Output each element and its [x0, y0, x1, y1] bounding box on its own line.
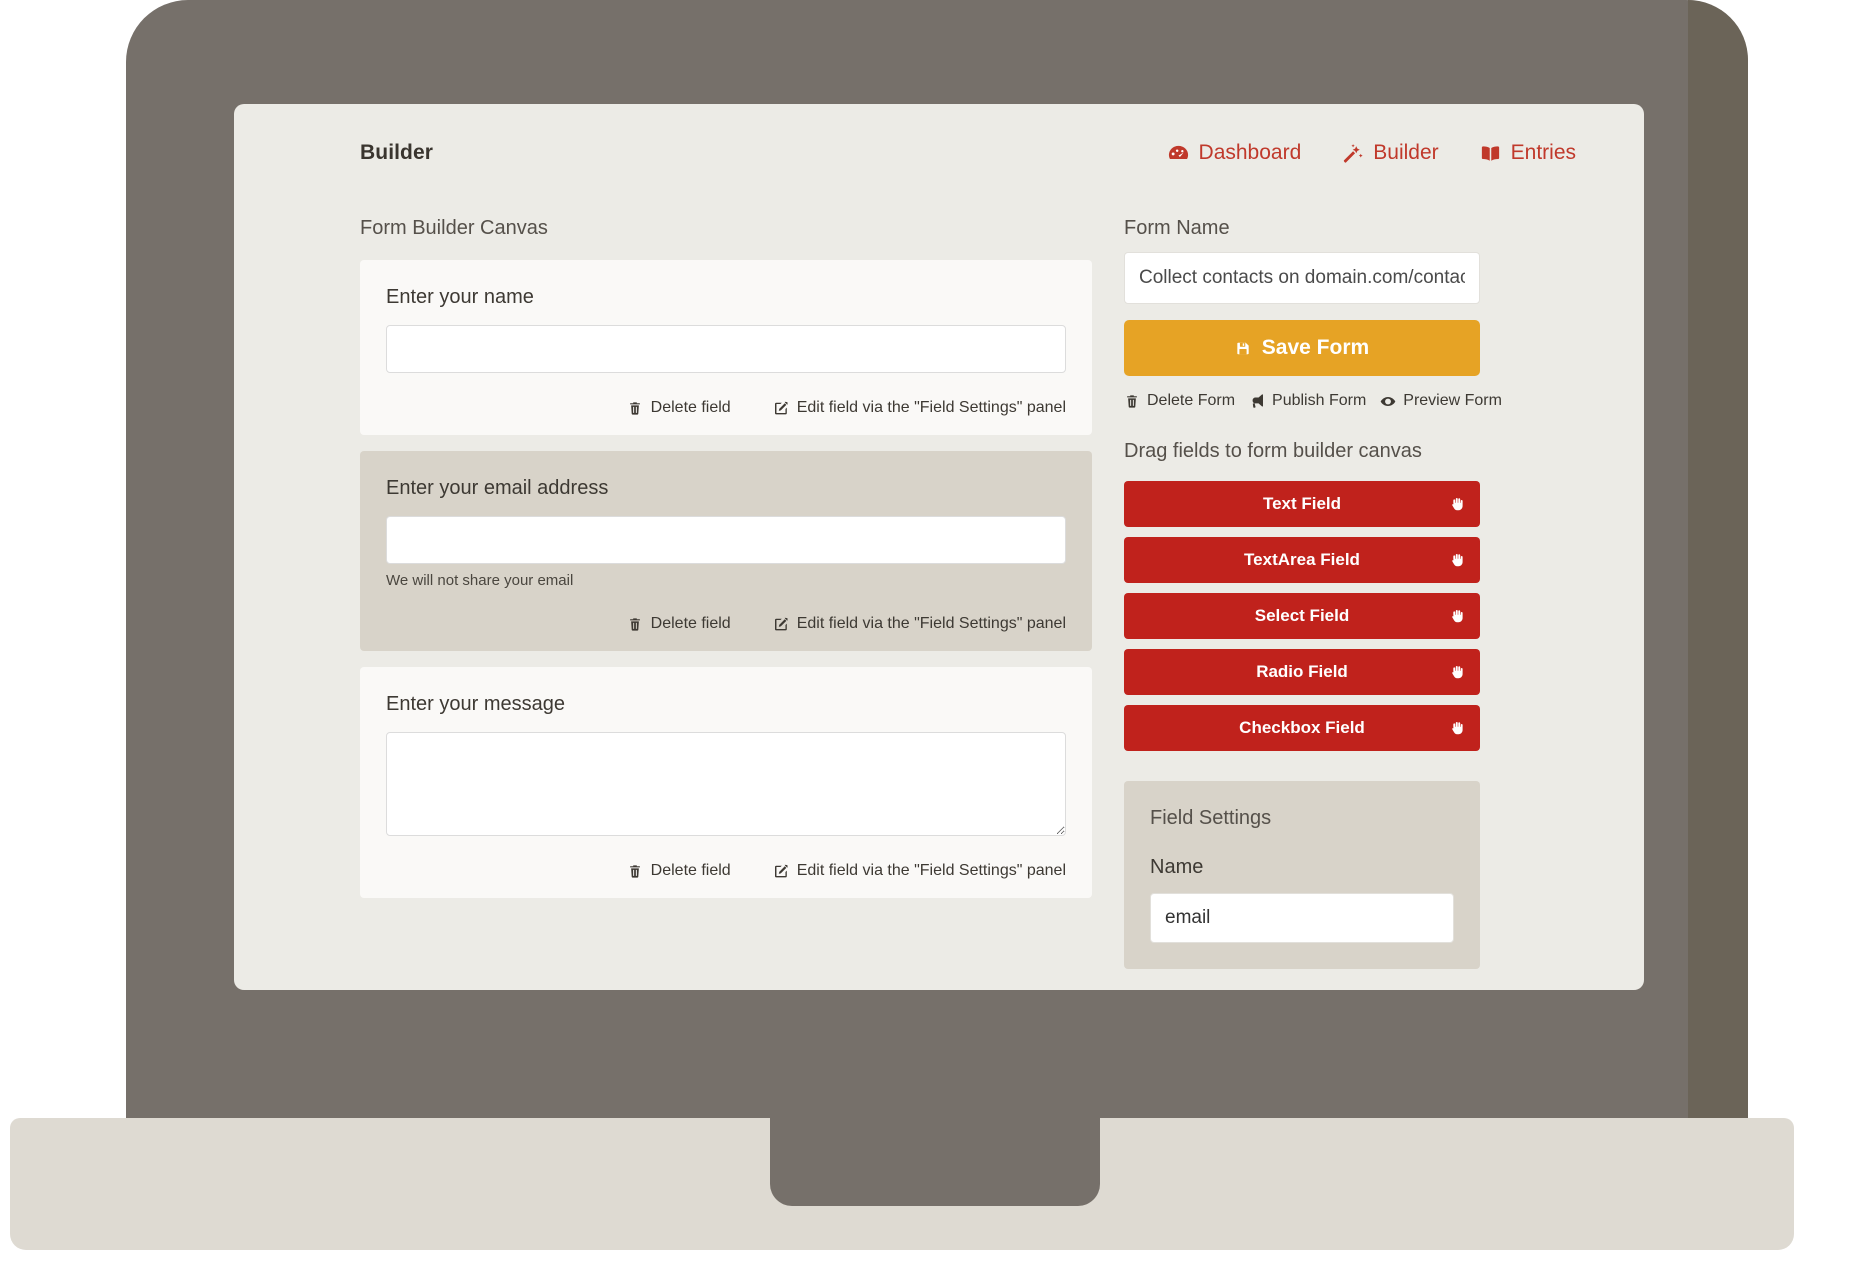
edit-field-label: Edit field via the "Field Settings" pane… — [796, 862, 1066, 879]
field-actions: Delete field Edit field via the "Field S… — [386, 862, 1066, 880]
page-title: Builder — [360, 141, 434, 164]
field-settings-panel: Field Settings Name — [1124, 781, 1480, 969]
magic-wand-icon — [1341, 142, 1364, 165]
nav-item-builder[interactable]: Builder — [1341, 141, 1439, 165]
trash-icon — [627, 400, 643, 417]
delete-field-label: Delete field — [650, 615, 731, 632]
drag-field-checkbox[interactable]: Checkbox Field — [1124, 705, 1480, 751]
hand-grab-icon — [1449, 663, 1466, 682]
app-header: Builder Dashboard Builder Entries — [234, 104, 1644, 202]
laptop-mockup: Builder Dashboard Builder Entries Form B… — [0, 0, 1856, 1280]
hand-grab-icon — [1449, 607, 1466, 626]
publish-form-button[interactable]: Publish Form — [1249, 392, 1366, 410]
form-builder-canvas-column: Form Builder Canvas Enter your name Dele… — [360, 202, 1092, 990]
edit-field-label: Edit field via the "Field Settings" pane… — [796, 399, 1066, 416]
drag-fields-title: Drag fields to form builder canvas — [1124, 440, 1422, 462]
drag-field-radio[interactable]: Radio Field — [1124, 649, 1480, 695]
save-icon — [1235, 340, 1251, 357]
preview-form-label: Preview Form — [1403, 392, 1502, 409]
field-label: Enter your email address — [386, 477, 609, 499]
canvas-title: Form Builder Canvas — [360, 217, 548, 239]
pencil-square-icon — [773, 863, 789, 880]
trash-icon — [627, 616, 643, 633]
drag-field-textarea-label: TextArea Field — [1244, 550, 1360, 569]
form-field-card[interactable]: Enter your email address We will not sha… — [360, 451, 1092, 651]
field-actions: Delete field Edit field via the "Field S… — [386, 399, 1066, 417]
form-name-label: Form Name — [1124, 217, 1230, 239]
nav-item-dashboard-label: Dashboard — [1198, 141, 1302, 164]
form-actions: Delete Form Publish Form Preview Form — [1124, 392, 1502, 410]
delete-form-label: Delete Form — [1147, 392, 1236, 409]
delete-form-button[interactable]: Delete Form — [1124, 392, 1235, 410]
edit-field-button[interactable]: Edit field via the "Field Settings" pane… — [773, 862, 1066, 880]
laptop-screen: Builder Dashboard Builder Entries Form B… — [234, 104, 1644, 990]
tachometer-icon — [1167, 142, 1190, 165]
form-field-card[interactable]: Enter your message Delete field Edit fie… — [360, 667, 1092, 898]
drag-field-select-label: Select Field — [1254, 606, 1350, 625]
drag-field-checkbox-label: Checkbox Field — [1239, 718, 1365, 737]
pencil-square-icon — [773, 616, 789, 633]
preview-form-button[interactable]: Preview Form — [1380, 392, 1502, 410]
drag-field-text[interactable]: Text Field — [1124, 481, 1480, 527]
nav-item-dashboard[interactable]: Dashboard — [1167, 141, 1302, 165]
field-settings-title: Field Settings — [1150, 807, 1272, 829]
field-text-input[interactable] — [386, 516, 1066, 564]
delete-field-label: Delete field — [650, 862, 731, 879]
nav-item-entries[interactable]: Entries — [1479, 141, 1576, 165]
publish-form-label: Publish Form — [1272, 392, 1367, 409]
form-field-card[interactable]: Enter your name Delete field Edit field … — [360, 260, 1092, 435]
field-text-input[interactable] — [386, 325, 1066, 373]
edit-field-button[interactable]: Edit field via the "Field Settings" pane… — [773, 615, 1066, 633]
form-name-input[interactable] — [1124, 252, 1480, 304]
save-form-label: Save Form — [1261, 336, 1370, 359]
laptop-lid-shadow — [1688, 0, 1748, 1148]
drag-field-textarea[interactable]: TextArea Field — [1124, 537, 1480, 583]
delete-field-button[interactable]: Delete field — [627, 399, 731, 417]
edit-field-button[interactable]: Edit field via the "Field Settings" pane… — [773, 399, 1066, 417]
delete-field-button[interactable]: Delete field — [627, 862, 731, 880]
app-content: Form Builder Canvas Enter your name Dele… — [234, 202, 1644, 990]
eye-icon — [1380, 393, 1396, 410]
field-help-text: We will not share your email — [386, 572, 574, 589]
field-settings-name-input[interactable] — [1150, 893, 1454, 943]
field-label: Enter your name — [386, 286, 534, 308]
pencil-square-icon — [773, 400, 789, 417]
field-textarea-input[interactable] — [386, 732, 1066, 836]
hand-grab-icon — [1449, 495, 1466, 514]
nav-item-entries-label: Entries — [1510, 141, 1576, 164]
book-icon — [1479, 142, 1502, 165]
nav-item-builder-label: Builder — [1373, 141, 1439, 164]
edit-field-label: Edit field via the "Field Settings" pane… — [796, 615, 1066, 632]
save-form-button[interactable]: Save Form — [1124, 320, 1480, 376]
hand-grab-icon — [1449, 551, 1466, 570]
laptop-base-notch — [770, 1118, 1100, 1206]
delete-field-button[interactable]: Delete field — [627, 615, 731, 633]
field-label: Enter your message — [386, 693, 565, 715]
main-nav: Dashboard Builder Entries — [1167, 141, 1576, 165]
hand-grab-icon — [1449, 719, 1466, 738]
delete-field-label: Delete field — [650, 399, 731, 416]
builder-sidebar: Form Name Save Form — [1124, 202, 1502, 990]
trash-icon — [627, 863, 643, 880]
drag-field-text-label: Text Field — [1262, 494, 1342, 513]
trash-icon — [1124, 393, 1140, 410]
field-actions: Delete field Edit field via the "Field S… — [386, 615, 1066, 633]
bullhorn-icon — [1249, 393, 1265, 410]
field-settings-name-label: Name — [1150, 856, 1204, 878]
drag-field-radio-label: Radio Field — [1256, 662, 1348, 681]
drag-field-select[interactable]: Select Field — [1124, 593, 1480, 639]
